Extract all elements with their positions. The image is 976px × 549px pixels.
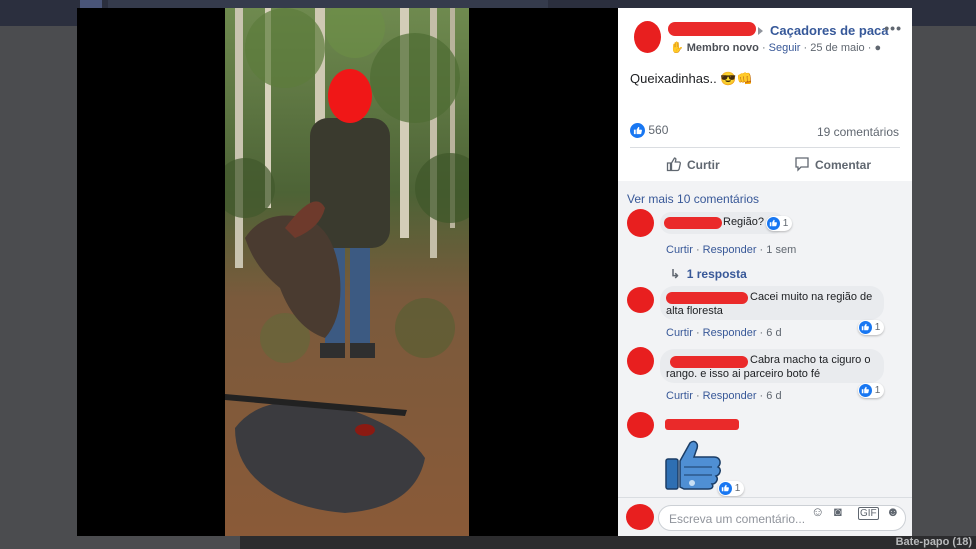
comments-count[interactable]: 19 comentários xyxy=(817,125,899,139)
face-redaction xyxy=(328,69,372,123)
reply-arrow-icon: ↳ xyxy=(670,267,681,281)
reply-count: 1 resposta xyxy=(686,267,747,281)
commenter-avatar[interactable] xyxy=(627,412,654,438)
comment-bubble: Cabra macho ta ciguro o rango. e isso ai… xyxy=(660,349,884,383)
reactions-count: 560 xyxy=(648,123,669,137)
more-options-icon[interactable]: ••• xyxy=(884,20,902,36)
post-date[interactable]: 25 de maio xyxy=(810,42,864,54)
group-name-link[interactable]: Caçadores de paca xyxy=(770,23,889,38)
comment-actions: Curtir · Responder · 6 d xyxy=(666,390,782,402)
like-reaction-icon xyxy=(767,217,780,230)
comment-like-count[interactable]: 1 xyxy=(766,216,793,231)
post-meta: ✋ Membro novo · Seguir · 25 de maio · ● xyxy=(670,42,882,54)
like-button-label: Curtir xyxy=(687,158,720,172)
comment-bubble: Cacei muito na região de alta floresta xyxy=(660,286,884,320)
camera-icon[interactable]: ◙ xyxy=(834,504,842,519)
see-more-comments-link[interactable]: Ver mais 10 comentários xyxy=(627,192,759,206)
comment-like-link[interactable]: Curtir xyxy=(666,390,693,402)
comment-actions: Curtir · Responder · 1 sem xyxy=(666,244,797,256)
comment-like-number: 1 xyxy=(874,322,881,334)
post-text: Queixadinhas.. 😎👊 xyxy=(630,71,753,86)
comments-section: Ver mais 10 comentários Região? 1 Curtir… xyxy=(618,181,912,497)
comment-like-number: 1 xyxy=(734,483,741,495)
commenter-name-redaction[interactable] xyxy=(664,217,722,229)
author-avatar[interactable] xyxy=(634,21,661,53)
bottom-chat-strip xyxy=(240,536,976,549)
comment-composer: Escreva um comentário... ☺ ◙ GIF ☻ xyxy=(618,497,912,536)
comment-button[interactable]: Comentar xyxy=(794,156,871,172)
forest-hunting-photo xyxy=(225,8,469,536)
emoji-icon[interactable]: ☺ xyxy=(811,504,824,519)
share-arrow-icon xyxy=(758,27,763,35)
like-reaction-icon xyxy=(859,384,872,397)
like-reaction-icon xyxy=(630,123,645,139)
commenter-name-redaction[interactable] xyxy=(670,356,748,368)
new-member-badge: Membro novo xyxy=(686,42,759,54)
comment-time[interactable]: 6 d xyxy=(766,327,781,339)
comment-like-count[interactable]: 1 xyxy=(858,383,885,398)
comment-like-count[interactable]: 1 xyxy=(858,320,885,335)
like-reaction-icon xyxy=(719,482,732,495)
thumbs-up-sticker-icon xyxy=(665,440,721,490)
comment-like-count[interactable]: 1 xyxy=(718,481,745,496)
comment-actions: Curtir · Responder · 6 d xyxy=(666,327,782,339)
post-side-panel: Caçadores de paca ••• ✋ Membro novo · Se… xyxy=(618,8,912,536)
like-button[interactable]: Curtir xyxy=(666,156,720,172)
comment-text: Região? xyxy=(723,216,764,228)
comment-reply-link[interactable]: Responder xyxy=(703,390,757,402)
thumbs-up-icon xyxy=(666,157,681,172)
chat-label[interactable]: Bate-papo (18) xyxy=(896,536,972,548)
author-name-redaction[interactable] xyxy=(668,22,756,36)
commenter-name-redaction[interactable] xyxy=(665,419,739,430)
comment-like-link[interactable]: Curtir xyxy=(666,327,693,339)
comment-button-label: Comentar xyxy=(815,158,872,172)
commenter-name-redaction[interactable] xyxy=(666,292,748,304)
comment-like-number: 1 xyxy=(874,385,881,397)
current-user-avatar[interactable] xyxy=(626,504,654,530)
comment-like-link[interactable]: Curtir xyxy=(666,244,693,256)
comment-time[interactable]: 1 sem xyxy=(766,244,796,256)
view-replies-link[interactable]: ↳ 1 resposta xyxy=(670,267,747,281)
new-member-icon: ✋ xyxy=(670,42,684,54)
post-photo[interactable] xyxy=(225,8,469,536)
commenter-avatar[interactable] xyxy=(627,347,654,375)
sticker-icon[interactable]: ☻ xyxy=(886,504,900,519)
gif-icon[interactable]: GIF xyxy=(858,507,879,520)
reactions-summary[interactable]: 560 xyxy=(630,123,669,139)
comment-reply-link[interactable]: Responder xyxy=(703,244,757,256)
comment-reply-link[interactable]: Responder xyxy=(703,327,757,339)
follow-link[interactable]: Seguir xyxy=(769,42,801,54)
comment-time[interactable]: 6 d xyxy=(766,390,781,402)
commenter-avatar[interactable] xyxy=(627,209,654,237)
divider xyxy=(630,147,900,148)
commenter-avatar[interactable] xyxy=(627,287,654,313)
like-reaction-icon xyxy=(859,321,872,334)
comment-like-number: 1 xyxy=(782,218,789,230)
thumbs-up-sticker[interactable] xyxy=(662,433,724,495)
comment-icon xyxy=(795,157,809,172)
audience-globe-icon[interactable]: ● xyxy=(874,42,881,54)
